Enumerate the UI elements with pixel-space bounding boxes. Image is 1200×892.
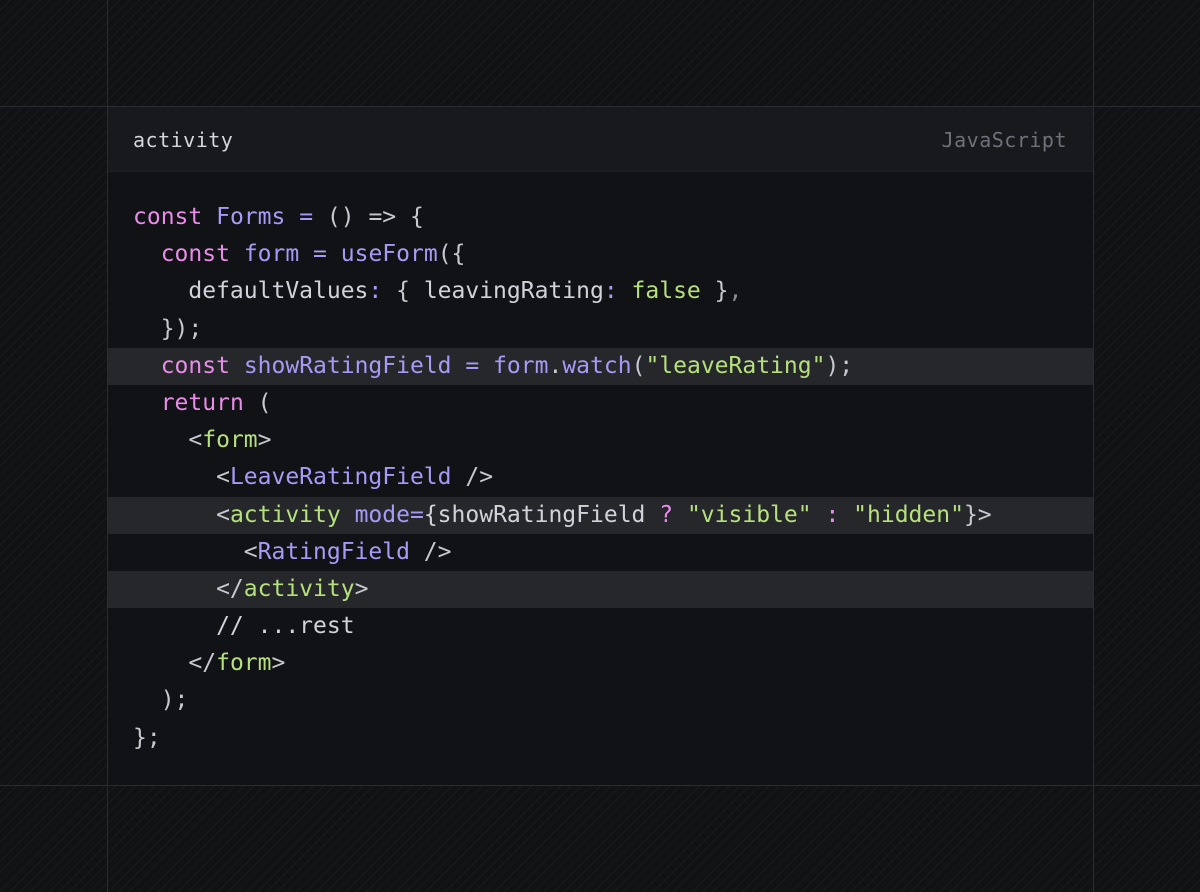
code-token: leavingRating bbox=[423, 278, 604, 305]
code-token: () => { bbox=[326, 204, 424, 230]
code-token: const bbox=[133, 204, 203, 230]
code-token: </ bbox=[133, 575, 244, 602]
code-token: </ bbox=[133, 650, 217, 677]
code-token: /> bbox=[409, 538, 452, 565]
code-token: RatingField bbox=[257, 538, 410, 565]
bottom-grid-line bbox=[0, 785, 1200, 786]
code-language-label: JavaScript bbox=[941, 128, 1067, 152]
code-block-header: activity JavaScript bbox=[108, 107, 1093, 172]
code-line: <form> bbox=[108, 422, 1093, 459]
code-token: form bbox=[202, 427, 258, 454]
code-line: // ...rest bbox=[108, 608, 1093, 645]
code-token: const bbox=[160, 241, 230, 268]
code-token: , bbox=[728, 278, 743, 305]
code-token: < bbox=[133, 501, 230, 528]
code-token: const bbox=[160, 352, 230, 379]
code-line-highlighted: <activity mode={showRatingField ? "visib… bbox=[108, 496, 1093, 534]
code-token: // ...rest bbox=[133, 613, 355, 640]
code-token: = bbox=[451, 352, 494, 379]
code-line-highlighted: </activity> bbox=[108, 570, 1093, 609]
code-token: activity bbox=[229, 501, 341, 528]
code-token: "hidden" bbox=[853, 501, 964, 528]
code-token: } bbox=[700, 278, 729, 305]
code-token: < bbox=[133, 538, 258, 565]
code-token: activity bbox=[243, 575, 355, 602]
code-token: : bbox=[603, 278, 632, 305]
code-content[interactable]: const Forms = () => { const form = useFo… bbox=[108, 199, 1093, 757]
code-token: form bbox=[243, 241, 300, 268]
code-token: defaultValues bbox=[133, 278, 369, 305]
code-token: }); bbox=[133, 315, 203, 342]
code-token: Forms bbox=[216, 204, 286, 230]
code-token: : bbox=[825, 501, 840, 528]
code-token: form bbox=[493, 352, 549, 379]
code-line: const Forms = () => { bbox=[108, 199, 1093, 236]
code-token: > bbox=[257, 427, 272, 454]
code-token: "visible" bbox=[686, 501, 812, 528]
code-token: ); bbox=[825, 352, 854, 379]
code-token: . bbox=[548, 352, 563, 379]
code-token: /> bbox=[451, 464, 494, 491]
code-token: = bbox=[409, 501, 424, 528]
code-token: mode bbox=[354, 501, 410, 528]
code-token: = bbox=[299, 241, 341, 268]
code-token: watch bbox=[562, 352, 632, 379]
code-line: </form> bbox=[108, 645, 1093, 682]
code-token: ( bbox=[243, 389, 272, 416]
code-line: }; bbox=[108, 720, 1093, 757]
code-token: ({ bbox=[437, 241, 466, 268]
code-token: form bbox=[216, 650, 272, 677]
code-token: }> bbox=[963, 501, 992, 528]
code-token: "leaveRating" bbox=[645, 352, 826, 379]
code-token: return bbox=[160, 389, 244, 416]
code-line: return ( bbox=[108, 385, 1093, 422]
code-token: }; bbox=[133, 724, 161, 751]
code-line: }); bbox=[108, 311, 1093, 348]
code-line: const form = useForm({ bbox=[108, 236, 1093, 273]
right-grid-line bbox=[1093, 0, 1094, 892]
code-token: < bbox=[133, 427, 203, 454]
code-line: <RatingField /> bbox=[108, 534, 1093, 571]
code-line: <LeaveRatingField /> bbox=[108, 459, 1093, 496]
code-token: = bbox=[285, 204, 327, 230]
code-line: ); bbox=[108, 682, 1093, 719]
code-block-title: activity bbox=[133, 128, 234, 152]
code-line-highlighted: const showRatingField = form.watch("leav… bbox=[108, 347, 1093, 385]
code-token: useForm bbox=[340, 241, 438, 268]
code-token: {showRatingField bbox=[423, 501, 660, 528]
code-token: { bbox=[396, 278, 424, 305]
code-token: showRatingField bbox=[243, 352, 452, 379]
code-token: : bbox=[368, 278, 397, 305]
code-line: defaultValues: { leavingRating: false }, bbox=[108, 273, 1093, 310]
code-token: ); bbox=[133, 687, 189, 714]
code-token: LeaveRatingField bbox=[229, 464, 452, 491]
code-token: > bbox=[271, 650, 286, 677]
code-token: > bbox=[354, 575, 369, 602]
code-token: < bbox=[133, 464, 230, 491]
code-block: activity JavaScript const Forms = () => … bbox=[108, 107, 1093, 785]
code-token: ( bbox=[631, 352, 646, 379]
code-token: false bbox=[631, 278, 701, 305]
code-token: ? bbox=[659, 501, 674, 528]
